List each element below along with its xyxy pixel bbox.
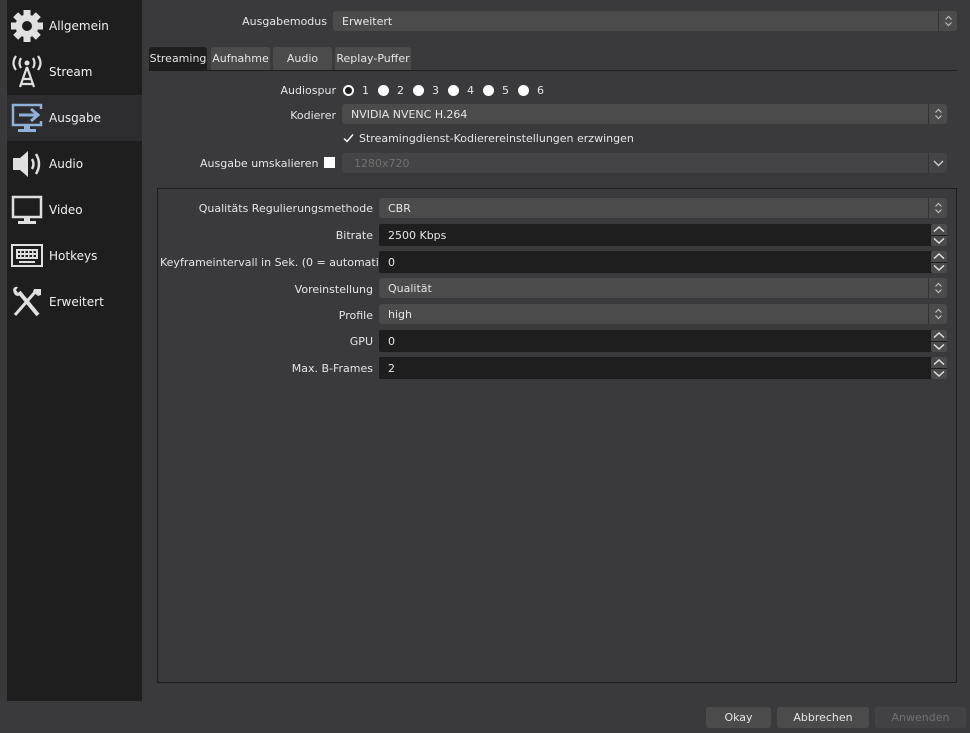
tab-divider	[149, 70, 957, 71]
ok-button[interactable]: Okay	[706, 707, 771, 728]
output-mode-select[interactable]: Erweitert	[333, 11, 957, 31]
profile-label: Profile	[338, 309, 373, 322]
rate-control-value: CBR	[388, 201, 411, 215]
tab-audio[interactable]: Audio	[273, 47, 332, 70]
radio-indicator	[483, 85, 494, 96]
sidebar-item-label: Erweitert	[49, 295, 104, 309]
gpu-value: 0	[388, 334, 395, 348]
tab-streaming[interactable]: Streaming	[149, 47, 207, 70]
sidebar-item-label: Allgemein	[49, 19, 109, 33]
rate-control-label: Qualitäts Regulierungsmethode	[198, 202, 373, 215]
radio-label: 3	[432, 84, 439, 97]
spin-down-icon[interactable]	[931, 261, 947, 274]
encoder-label: Kodierer	[290, 109, 336, 122]
audio-track-radio-4[interactable]: 4	[448, 84, 474, 97]
checkmark-icon	[343, 134, 354, 143]
rescale-resolution-value: 1280x720	[354, 156, 410, 170]
preset-label: Voreinstellung	[294, 283, 373, 296]
sidebar-item-erweitert[interactable]: Erweitert	[7, 279, 142, 325]
sidebar-item-label: Audio	[49, 157, 84, 171]
output-mode-value: Erweitert	[342, 14, 393, 28]
updown-arrows-icon	[928, 104, 947, 124]
max-bframes-spinbox[interactable]: 2	[379, 357, 947, 379]
audio-track-label: Audiospur	[280, 84, 336, 97]
sidebar-item-hotkeys[interactable]: Hotkeys	[7, 233, 142, 279]
audio-track-radio-3[interactable]: 3	[413, 84, 439, 97]
gear-icon	[9, 8, 45, 44]
audio-track-radio-6[interactable]: 6	[518, 84, 544, 97]
settings-sidebar: Allgemein Stream Ausgabe Audio Video Hot…	[7, 0, 142, 701]
preset-select[interactable]: Qualität	[379, 278, 947, 298]
tools-icon	[9, 284, 45, 320]
sidebar-item-label: Ausgabe	[49, 111, 102, 125]
enforce-settings-label: Streamingdienst-Kodierereinstellungen er…	[359, 132, 634, 145]
radio-indicator	[448, 85, 459, 96]
radio-label: 2	[397, 84, 404, 97]
tab-aufnahme[interactable]: Aufnahme	[211, 47, 270, 70]
apply-button[interactable]: Anwenden	[875, 707, 966, 728]
radio-label: 5	[502, 84, 509, 97]
spin-down-icon[interactable]	[931, 367, 947, 380]
gpu-spinbox[interactable]: 0	[379, 330, 947, 352]
spin-up-icon[interactable]	[931, 224, 947, 235]
spin-up-icon[interactable]	[931, 251, 947, 262]
radio-indicator	[378, 85, 389, 96]
sidebar-item-allgemein[interactable]: Allgemein	[7, 3, 142, 49]
speaker-icon	[9, 146, 45, 182]
bitrate-label: Bitrate	[335, 229, 373, 242]
encoder-value: NVIDIA NVENC H.264	[351, 107, 468, 121]
updown-arrows-icon	[928, 304, 947, 324]
preset-value: Qualität	[388, 281, 432, 295]
chevron-down-icon	[928, 153, 947, 173]
bitrate-spinbox[interactable]: 2500 Kbps	[379, 224, 947, 246]
spin-down-icon[interactable]	[931, 234, 947, 247]
encoder-select[interactable]: NVIDIA NVENC H.264	[342, 104, 947, 124]
updown-arrows-icon	[928, 198, 947, 218]
sidebar-item-ausgabe[interactable]: Ausgabe	[7, 95, 142, 141]
sidebar-item-audio[interactable]: Audio	[7, 141, 142, 187]
max-bframes-label: Max. B-Frames	[291, 362, 373, 375]
keyframe-interval-spinbox[interactable]: 0	[379, 251, 947, 273]
updown-arrows-icon	[938, 11, 957, 31]
keyboard-icon	[9, 238, 45, 274]
spin-up-icon[interactable]	[931, 330, 947, 341]
sidebar-item-label: Video	[49, 203, 83, 217]
sidebar-item-label: Hotkeys	[49, 249, 98, 263]
antenna-icon	[9, 54, 45, 90]
profile-select[interactable]: high	[379, 304, 947, 324]
rescale-label: Ausgabe umskalieren	[200, 157, 319, 170]
cancel-button[interactable]: Abbrechen	[777, 707, 869, 728]
bitrate-value: 2500 Kbps	[388, 228, 447, 242]
tab-replay-puffer[interactable]: Replay-Puffer	[335, 47, 411, 70]
monitor-icon	[9, 192, 45, 228]
rescale-resolution-select[interactable]: 1280x720	[342, 153, 947, 173]
audio-track-radio-2[interactable]: 2	[378, 84, 404, 97]
output-monitor-icon	[9, 100, 45, 136]
enforce-settings-checkbox[interactable]	[343, 133, 354, 144]
spin-up-icon[interactable]	[931, 357, 947, 368]
keyframe-interval-value: 0	[388, 255, 395, 269]
radio-label: 1	[362, 84, 369, 97]
gpu-label: GPU	[349, 335, 373, 348]
sidebar-item-stream[interactable]: Stream	[7, 49, 142, 95]
output-mode-label: Ausgabemodus	[242, 15, 327, 28]
spin-down-icon[interactable]	[931, 340, 947, 353]
updown-arrows-icon	[928, 278, 947, 298]
audio-track-radio-1[interactable]: 1	[343, 84, 369, 97]
radio-label: 4	[467, 84, 474, 97]
rate-control-select[interactable]: CBR	[379, 198, 947, 218]
sidebar-item-video[interactable]: Video	[7, 187, 142, 233]
radio-checked-indicator	[343, 85, 354, 96]
rescale-checkbox[interactable]	[324, 157, 335, 168]
max-bframes-value: 2	[388, 361, 395, 375]
audio-track-radio-5[interactable]: 5	[483, 84, 509, 97]
radio-label: 6	[537, 84, 544, 97]
profile-value: high	[388, 307, 412, 321]
radio-indicator	[518, 85, 529, 96]
radio-indicator	[413, 85, 424, 96]
sidebar-item-label: Stream	[49, 65, 93, 79]
keyframe-interval-label: Keyframeintervall in Sek. (0 = automatis…	[160, 256, 402, 269]
